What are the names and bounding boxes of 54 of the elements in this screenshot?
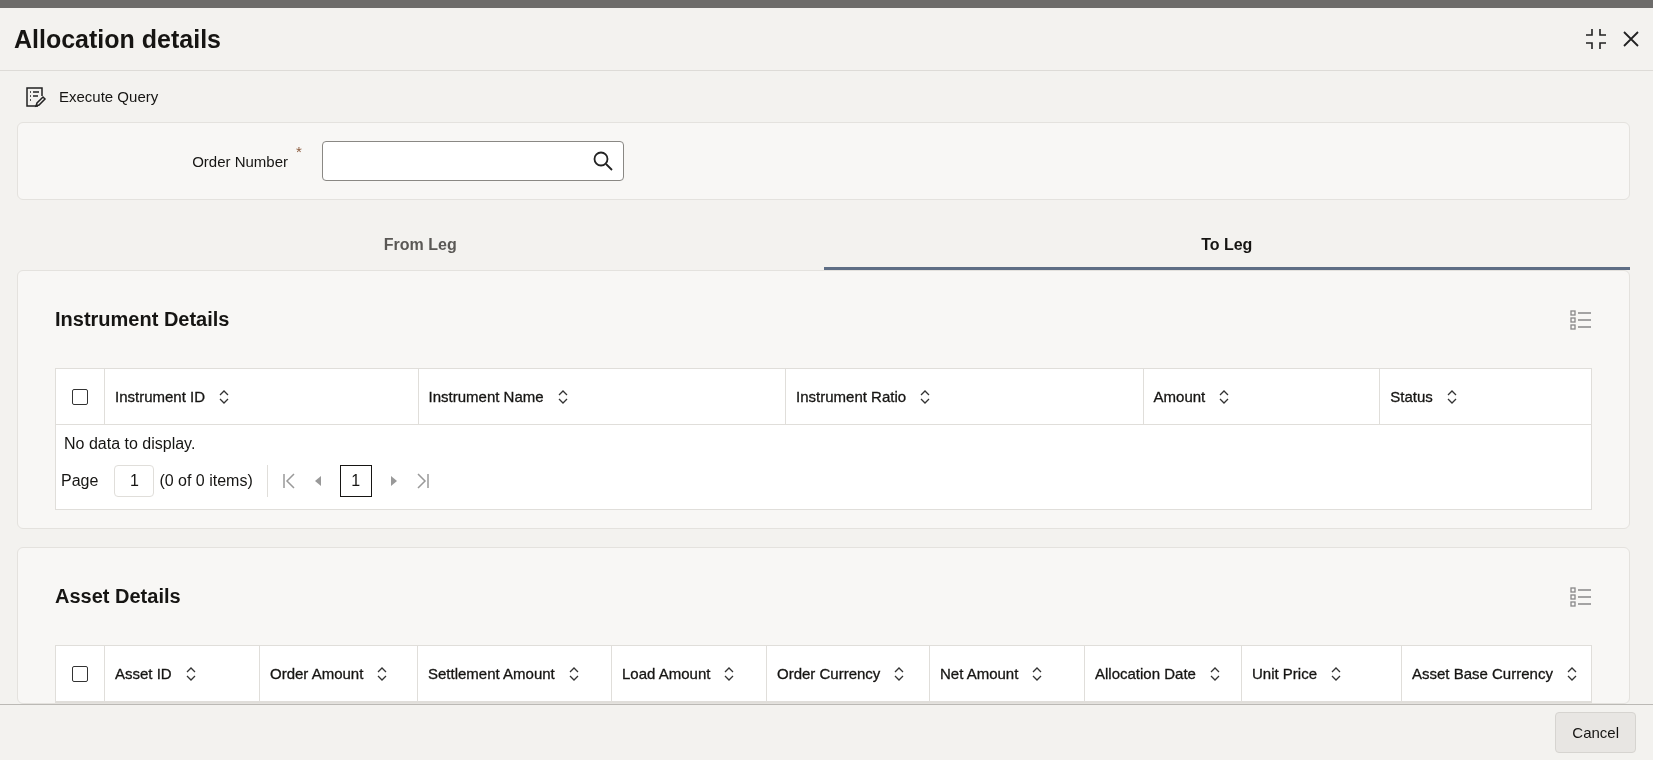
sort-icon[interactable] <box>920 389 931 404</box>
execute-query-button[interactable]: Execute Query <box>25 85 159 108</box>
sort-icon[interactable] <box>568 666 579 681</box>
sort-icon[interactable] <box>724 666 735 681</box>
cancel-button[interactable]: Cancel <box>1555 712 1636 753</box>
next-page-icon[interactable] <box>389 475 398 487</box>
item-count: (0 of 0 items) <box>159 472 253 490</box>
field-label: Order Number <box>191 152 289 170</box>
empty-message: No data to display. <box>63 434 197 454</box>
section-title: Instrument Details <box>55 308 230 331</box>
sort-icon[interactable] <box>1209 666 1220 681</box>
sort-icon[interactable] <box>894 666 905 681</box>
column-header[interactable]: Amount <box>1142 369 1380 424</box>
sort-icon[interactable] <box>1032 666 1043 681</box>
column-header[interactable]: Instrument ID <box>104 369 418 424</box>
column-header[interactable]: Order Amount <box>259 646 417 701</box>
column-list-icon[interactable] <box>1570 586 1592 607</box>
sort-icon[interactable] <box>1331 666 1342 681</box>
column-header[interactable]: Allocation Date <box>1084 646 1241 701</box>
select-all-checkbox[interactable] <box>72 665 88 682</box>
first-page-icon[interactable] <box>281 473 296 489</box>
page-input[interactable]: 1 <box>114 465 155 497</box>
column-header[interactable]: Instrument Ratio <box>785 369 1143 424</box>
collapse-icon[interactable] <box>1585 28 1607 50</box>
sort-icon[interactable] <box>185 666 196 681</box>
sort-icon[interactable] <box>219 389 230 404</box>
last-page-icon[interactable] <box>415 473 430 489</box>
current-page-button[interactable]: 1 <box>339 465 372 497</box>
page-label: Page <box>61 472 99 490</box>
sort-icon[interactable] <box>377 666 388 681</box>
column-list-icon[interactable] <box>1570 309 1592 330</box>
search-icon[interactable] <box>592 151 613 171</box>
column-header[interactable]: Instrument Name <box>417 369 786 424</box>
column-header[interactable]: Asset Base Currency <box>1401 646 1589 701</box>
close-icon[interactable] <box>1623 31 1639 47</box>
column-header[interactable]: Net Amount <box>929 646 1084 701</box>
window-title: Allocation details <box>14 24 221 54</box>
required-mark: * <box>296 143 302 160</box>
select-all-checkbox[interactable] <box>72 388 88 405</box>
order-number-field[interactable] <box>321 141 624 181</box>
tab[interactable]: From Leg <box>17 210 824 270</box>
sort-icon[interactable] <box>1219 389 1230 404</box>
column-header[interactable]: Load Amount <box>611 646 766 701</box>
sort-icon[interactable] <box>557 389 568 404</box>
column-header[interactable]: Status <box>1379 369 1591 424</box>
section-title: Asset Details <box>55 585 181 608</box>
column-header[interactable]: Settlement Amount <box>417 646 611 701</box>
column-header[interactable]: Unit Price <box>1241 646 1401 701</box>
sort-icon[interactable] <box>1446 389 1457 404</box>
column-header[interactable]: Order Currency <box>766 646 929 701</box>
sort-icon[interactable] <box>1566 666 1577 681</box>
column-header[interactable]: Asset ID <box>104 646 259 701</box>
query-document-icon <box>25 85 47 108</box>
previous-page-icon[interactable] <box>313 475 322 487</box>
